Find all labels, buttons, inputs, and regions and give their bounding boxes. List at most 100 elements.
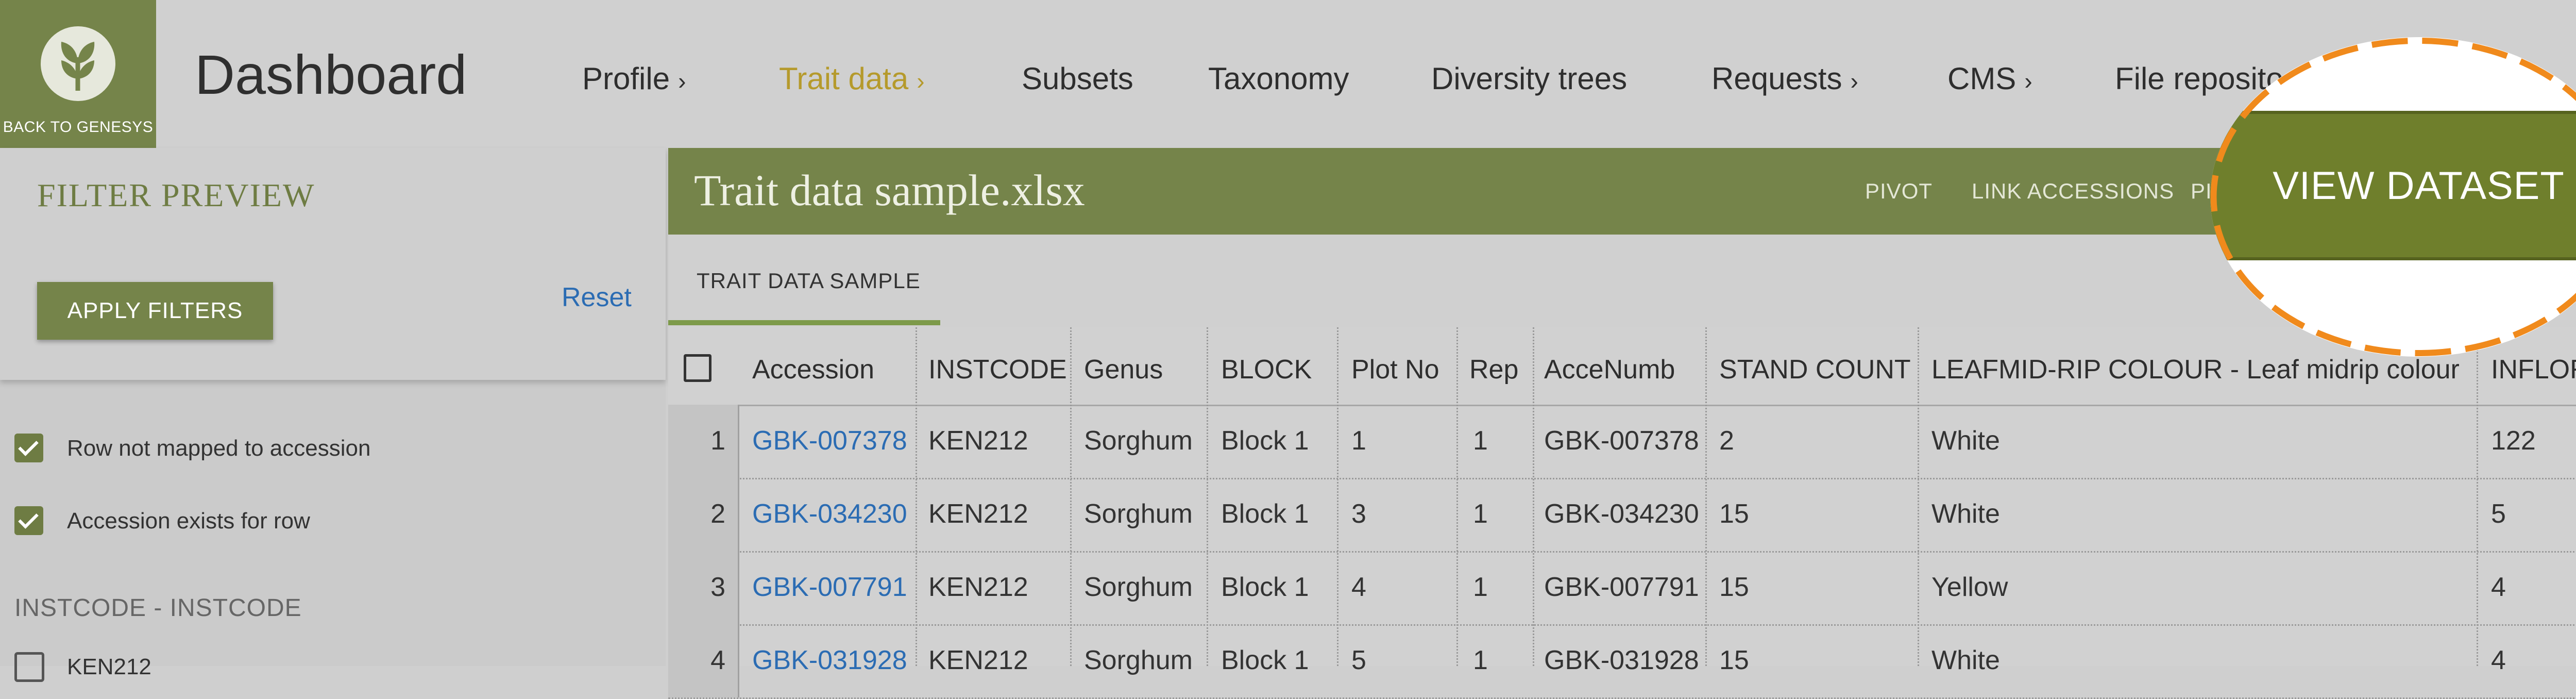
cell-plot-no: 1	[1351, 425, 1366, 456]
table-row[interactable]: 4 GBK-031928 KEN212 Sorghum Block 1 5 1 …	[668, 624, 2576, 699]
column-divider	[1533, 327, 1534, 666]
checkbox-empty-icon[interactable]	[14, 652, 44, 682]
nav-trait-data[interactable]: Trait data ›	[779, 61, 925, 96]
cell-rep: 1	[1473, 425, 1488, 456]
cell-genus: Sorghum	[1084, 498, 1193, 529]
select-all-checkbox[interactable]	[684, 354, 711, 382]
cell-block: Block 1	[1221, 572, 1309, 603]
leaf-icon	[41, 26, 115, 101]
table-row[interactable]: 1 GBK-007378 KEN212 Sorghum Block 1 1 1 …	[668, 405, 2576, 479]
cell-stand-count: 15	[1719, 645, 1749, 676]
link-accessions-button[interactable]: LINK ACCESSIONS	[1972, 179, 2174, 204]
column-divider	[1918, 327, 1919, 666]
pivot-button[interactable]: PIVOT	[1865, 179, 1933, 204]
cell-stand-count: 15	[1719, 498, 1749, 529]
cell-instcode: KEN212	[928, 572, 1028, 603]
col-leafmid-rip-colour[interactable]: LEAFMID-RIP COLOUR - Leaf midrip colour	[1931, 354, 2460, 385]
cell-stand-count: 2	[1719, 425, 1734, 456]
cell-inflore: 4	[2491, 645, 2506, 676]
back-to-genesys-logo[interactable]: BACK TO GENESYS	[0, 0, 156, 148]
nav-label: Diversity trees	[1431, 61, 1627, 96]
checkbox-label: KEN212	[67, 654, 151, 680]
column-divider	[1337, 327, 1338, 666]
table-row[interactable]: 3 GBK-007791 KEN212 Sorghum Block 1 4 1 …	[668, 551, 2576, 626]
cell-rep: 1	[1473, 498, 1488, 529]
checkbox-checked-icon[interactable]	[14, 506, 43, 535]
cell-rep: 1	[1473, 645, 1488, 676]
chevron-right-icon: ›	[917, 68, 924, 94]
cell-inflore: 5	[2491, 498, 2506, 529]
cell-stand-count: 15	[1719, 572, 1749, 603]
top-nav-bar: BACK TO GENESYS Dashboard Profile› Trait…	[0, 0, 2576, 148]
page-title: Dashboard	[195, 42, 467, 107]
cell-accenumb: GBK-031928	[1544, 645, 1699, 676]
cell-plot-no: 4	[1351, 572, 1366, 603]
cell-inflore: 122	[2491, 425, 2536, 456]
chevron-right-icon: ›	[1850, 68, 1858, 94]
row-number: 3	[668, 551, 739, 624]
nav-cms[interactable]: CMS ›	[1947, 61, 2032, 96]
cell-genus: Sorghum	[1084, 572, 1193, 603]
col-block[interactable]: BLOCK	[1221, 354, 1312, 385]
accession-link[interactable]: GBK-007378	[752, 425, 907, 456]
col-plot-no[interactable]: Plot No	[1351, 354, 1439, 385]
nav-label: Trait data	[779, 61, 908, 96]
col-instcode[interactable]: INSTCODE	[928, 354, 1067, 385]
nav-label: File reposito	[2115, 61, 2283, 96]
nav-label: CMS	[1947, 61, 2016, 96]
apply-filters-button[interactable]: APPLY FILTERS	[37, 282, 273, 340]
nav-label: Subsets	[1022, 61, 1133, 96]
reset-link[interactable]: Reset	[562, 282, 632, 313]
instcode-section-title: INSTCODE - INSTCODE	[14, 594, 302, 622]
accession-link[interactable]: GBK-034230	[752, 498, 907, 529]
cell-block: Block 1	[1221, 498, 1309, 529]
column-divider	[2477, 327, 2478, 666]
nav-diversity-trees[interactable]: Diversity trees	[1431, 61, 1627, 96]
accession-link[interactable]: GBK-007791	[752, 572, 907, 603]
nav-taxonomy[interactable]: Taxonomy	[1208, 61, 1349, 96]
nav-label: Profile	[582, 61, 670, 96]
col-accenumb[interactable]: AcceNumb	[1544, 354, 1675, 385]
filter-header: FILTER PREVIEW APPLY FILTERS Reset	[0, 148, 666, 380]
cell-instcode: KEN212	[928, 498, 1028, 529]
data-table: Accession INSTCODE Genus BLOCK Plot No R…	[668, 327, 2576, 666]
cell-accenumb: GBK-007791	[1544, 572, 1699, 603]
cell-genus: Sorghum	[1084, 425, 1193, 456]
dataset-title: Trait data sample.xlsx	[694, 164, 1085, 216]
accession-link[interactable]: GBK-031928	[752, 645, 907, 676]
nav-file-repository[interactable]: File reposito	[2115, 61, 2283, 96]
tab-trait-data-sample[interactable]: TRAIT DATA SAMPLE	[697, 269, 921, 293]
cell-accenumb: GBK-007378	[1544, 425, 1699, 456]
nav-label: Requests	[1711, 61, 1842, 96]
col-rep[interactable]: Rep	[1469, 354, 1518, 385]
back-to-genesys-label: BACK TO GENESYS	[0, 119, 156, 136]
cell-plot-no: 3	[1351, 498, 1366, 529]
table-row[interactable]: 2 GBK-034230 KEN212 Sorghum Block 1 3 1 …	[668, 478, 2576, 553]
cell-leaf-colour: Yellow	[1931, 572, 2008, 603]
row-number: 1	[668, 405, 739, 478]
column-divider	[1456, 327, 1458, 666]
cell-leaf-colour: White	[1931, 425, 2000, 456]
row-number: 4	[668, 624, 739, 697]
col-accession[interactable]: Accession	[752, 354, 874, 385]
active-tab-indicator	[668, 320, 940, 325]
filter-panel: FILTER PREVIEW APPLY FILTERS Reset Row n…	[0, 148, 666, 666]
column-divider	[1207, 327, 1208, 666]
column-divider	[916, 327, 917, 666]
column-divider	[1070, 327, 1072, 666]
chevron-right-icon: ›	[2024, 68, 2032, 94]
cell-rep: 1	[1473, 572, 1488, 603]
col-genus[interactable]: Genus	[1084, 354, 1163, 385]
checkbox-checked-icon[interactable]	[14, 434, 43, 462]
cell-genus: Sorghum	[1084, 645, 1193, 676]
row-number: 2	[668, 478, 739, 551]
header-action-truncated[interactable]: PI	[2191, 179, 2212, 204]
nav-subsets[interactable]: Subsets	[1022, 61, 1133, 96]
col-stand-count[interactable]: STAND COUNT	[1719, 354, 1911, 385]
cell-accenumb: GBK-034230	[1544, 498, 1699, 529]
nav-profile[interactable]: Profile›	[582, 61, 686, 96]
col-inflore[interactable]: INFLORE	[2491, 354, 2576, 385]
nav-requests[interactable]: Requests ›	[1711, 61, 1858, 96]
cell-leaf-colour: White	[1931, 645, 2000, 676]
cell-plot-no: 5	[1351, 645, 1366, 676]
